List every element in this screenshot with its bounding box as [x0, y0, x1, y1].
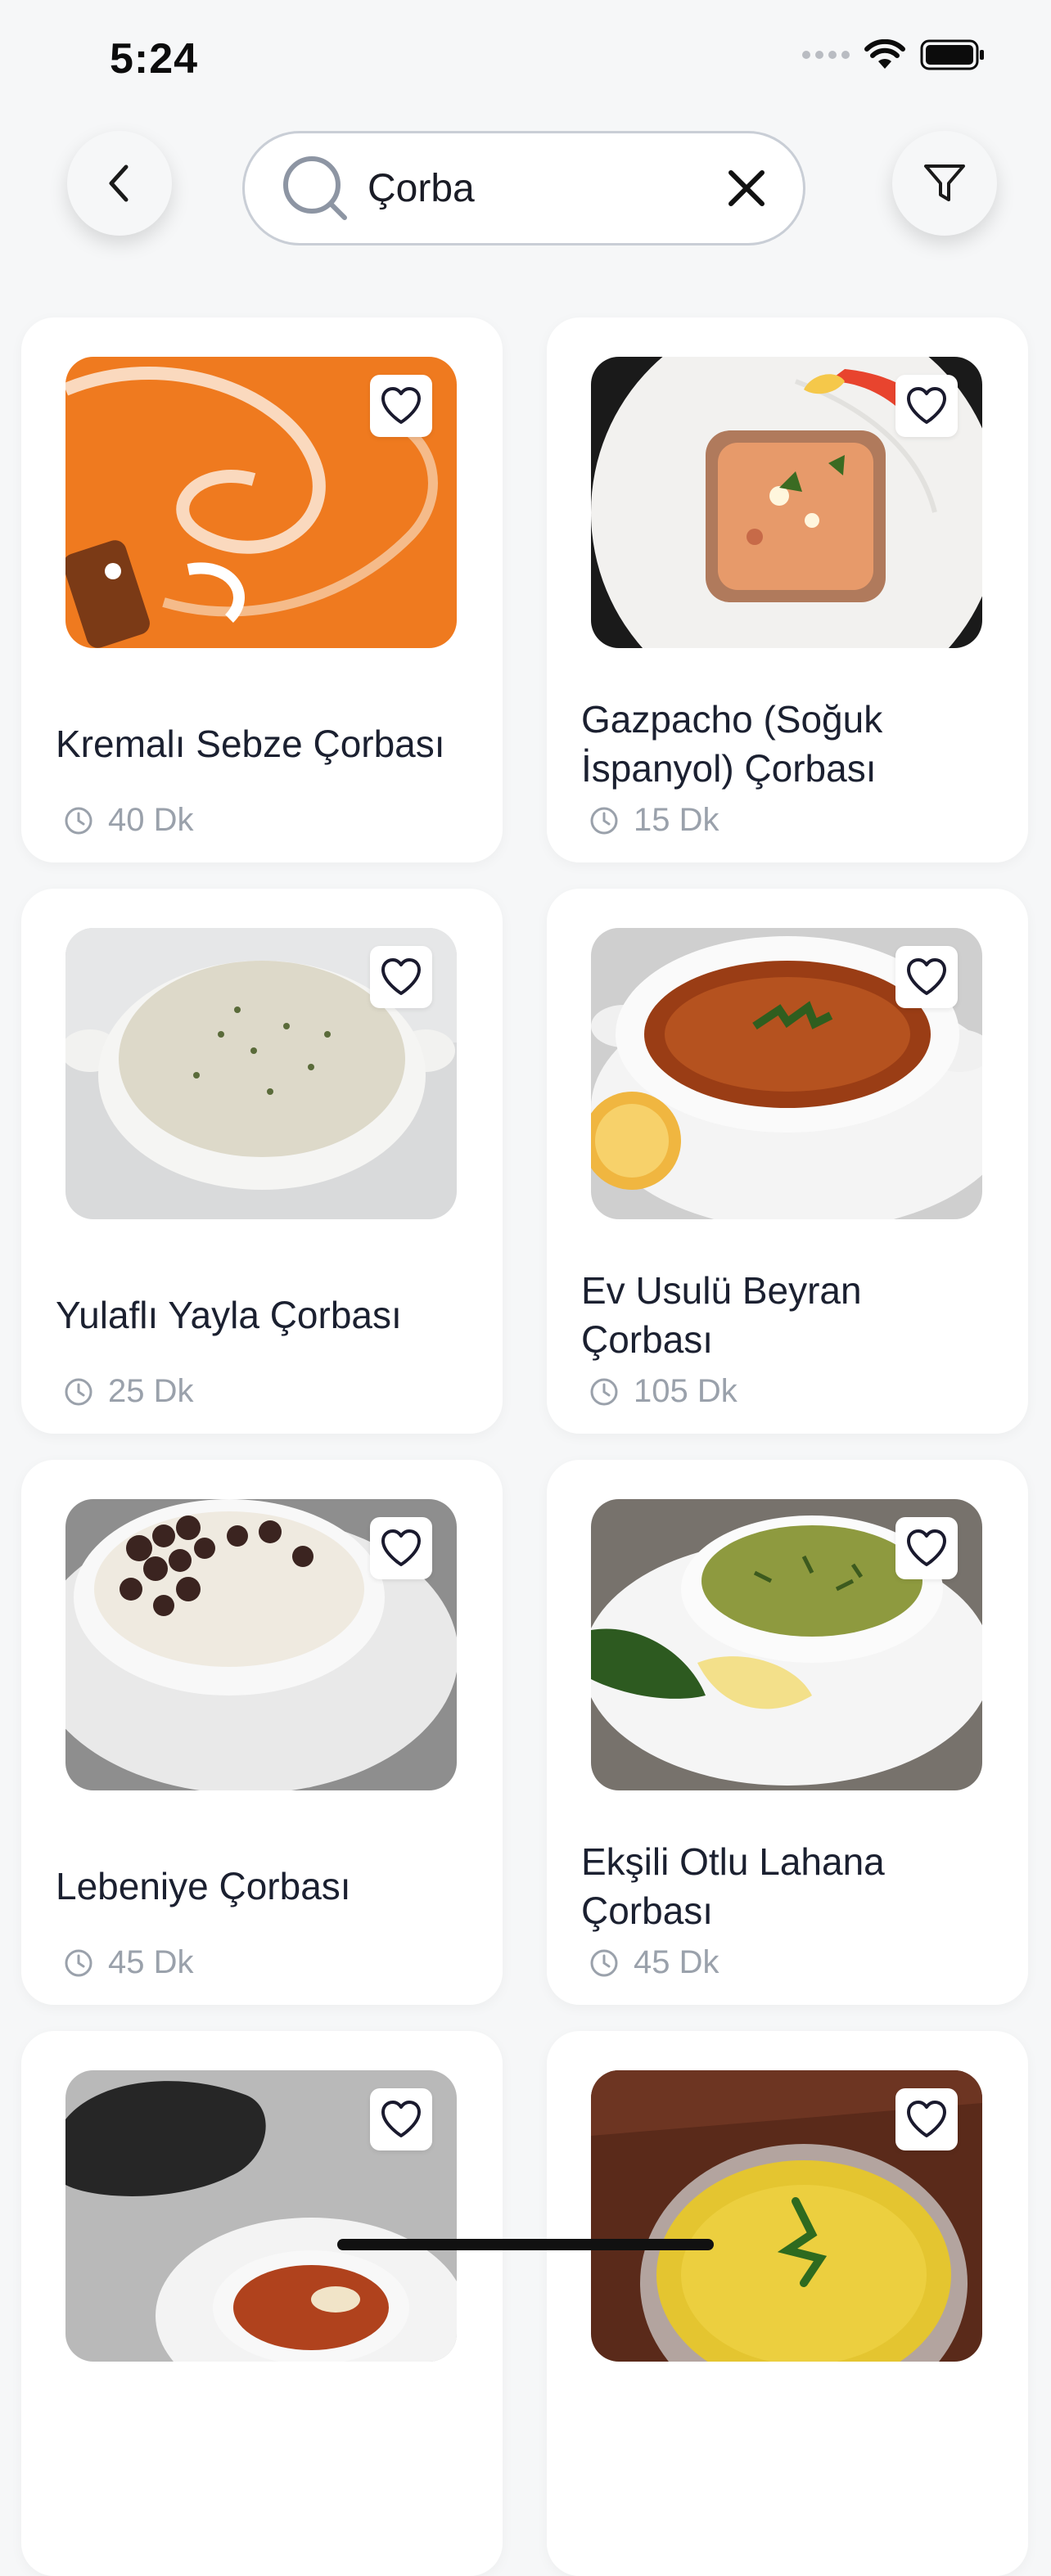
home-indicator	[337, 2239, 714, 2250]
clock-icon	[590, 807, 618, 834]
recipe-time-label: 40 Dk	[108, 802, 194, 838]
recipe-card[interactable]	[547, 2031, 1028, 2576]
favorite-button[interactable]	[370, 946, 432, 1008]
recipe-time-label: 45 Dk	[634, 1944, 719, 1980]
favorite-button[interactable]	[370, 2088, 432, 2150]
heart-icon	[381, 1529, 421, 1566]
favorite-button[interactable]	[895, 1517, 958, 1579]
clock-icon	[65, 807, 92, 834]
clock-icon	[590, 1378, 618, 1405]
recipe-time-label: 25 Dk	[108, 1373, 194, 1409]
recipe-title: Yulaflı Yayla Çorbası	[56, 1294, 402, 1336]
recipe-image	[591, 1499, 982, 1790]
favorite-button[interactable]	[895, 375, 958, 437]
heart-icon	[381, 958, 421, 995]
recipe-card[interactable]: Ekşili Otlu Lahana Çorbası 45 Dk	[547, 1460, 1028, 2005]
status-icons	[802, 39, 986, 70]
recipe-card[interactable]: Ev Usulü Beyran Çorbası 105 Dk	[547, 889, 1028, 1434]
heart-icon	[907, 387, 946, 424]
back-button[interactable]	[67, 131, 172, 236]
recipe-card[interactable]: Yulaflı Yayla Çorbası 25 Dk	[21, 889, 503, 1434]
recipe-time-label: 15 Dk	[634, 802, 719, 838]
battery-icon	[920, 39, 984, 70]
clock-icon	[590, 1949, 618, 1976]
recipe-title: Kremalı Sebze Çorbası	[56, 723, 445, 765]
filter-icon	[924, 164, 965, 201]
search-box[interactable]	[242, 131, 805, 245]
recipe-image	[591, 2070, 982, 2362]
recipe-image	[65, 357, 457, 648]
recipe-image	[65, 2070, 457, 2362]
search-input[interactable]	[366, 164, 721, 212]
search-icon	[281, 154, 350, 223]
recipe-image	[591, 357, 982, 648]
recipe-title: Lebeniye Çorbası	[56, 1865, 351, 1907]
recipe-title: Gazpacho (Soğuk İspanyol) Çorbası	[581, 698, 883, 790]
favorite-button[interactable]	[895, 2088, 958, 2150]
filter-button[interactable]	[892, 131, 997, 236]
clock-icon	[65, 1949, 92, 1976]
recipe-image	[65, 928, 457, 1219]
recipe-time: 40 Dk	[64, 802, 194, 839]
clock-icon	[65, 1378, 92, 1405]
recipe-title: Ekşili Otlu Lahana Çorbası	[581, 1840, 885, 1932]
favorite-button[interactable]	[370, 1517, 432, 1579]
recipe-time: 105 Dk	[589, 1373, 738, 1410]
recipe-time-label: 105 Dk	[634, 1373, 738, 1409]
recipe-time: 15 Dk	[589, 802, 719, 839]
recipe-time-label: 45 Dk	[108, 1944, 194, 1980]
recipe-card[interactable]: Gazpacho (Soğuk İspanyol) Çorbası 15 Dk	[547, 317, 1028, 862]
status-bar: 5:24	[0, 0, 1051, 115]
recipe-time: 45 Dk	[589, 1944, 719, 1981]
favorite-button[interactable]	[370, 375, 432, 437]
recipe-image	[65, 1499, 457, 1790]
heart-icon	[907, 1529, 946, 1566]
heart-icon	[381, 387, 421, 424]
heart-icon	[907, 2101, 946, 2137]
wifi-icon	[864, 39, 905, 69]
recipe-time: 25 Dk	[64, 1373, 194, 1410]
recipe-card[interactable]	[21, 2031, 503, 2576]
heart-icon	[907, 958, 946, 995]
recipe-image	[591, 928, 982, 1219]
recipe-title: Ev Usulü Beyran Çorbası	[581, 1269, 862, 1361]
top-bar	[0, 123, 1051, 254]
close-icon[interactable]	[726, 168, 767, 209]
chevron-left-icon	[109, 164, 129, 202]
signal-icon	[802, 51, 850, 59]
heart-icon	[381, 2101, 421, 2137]
favorite-button[interactable]	[895, 946, 958, 1008]
status-time: 5:24	[110, 35, 199, 83]
recipe-card[interactable]: Kremalı Sebze Çorbası 40 Dk	[21, 317, 503, 862]
recipe-time: 45 Dk	[64, 1944, 194, 1981]
recipe-card[interactable]: Lebeniye Çorbası 45 Dk	[21, 1460, 503, 2005]
